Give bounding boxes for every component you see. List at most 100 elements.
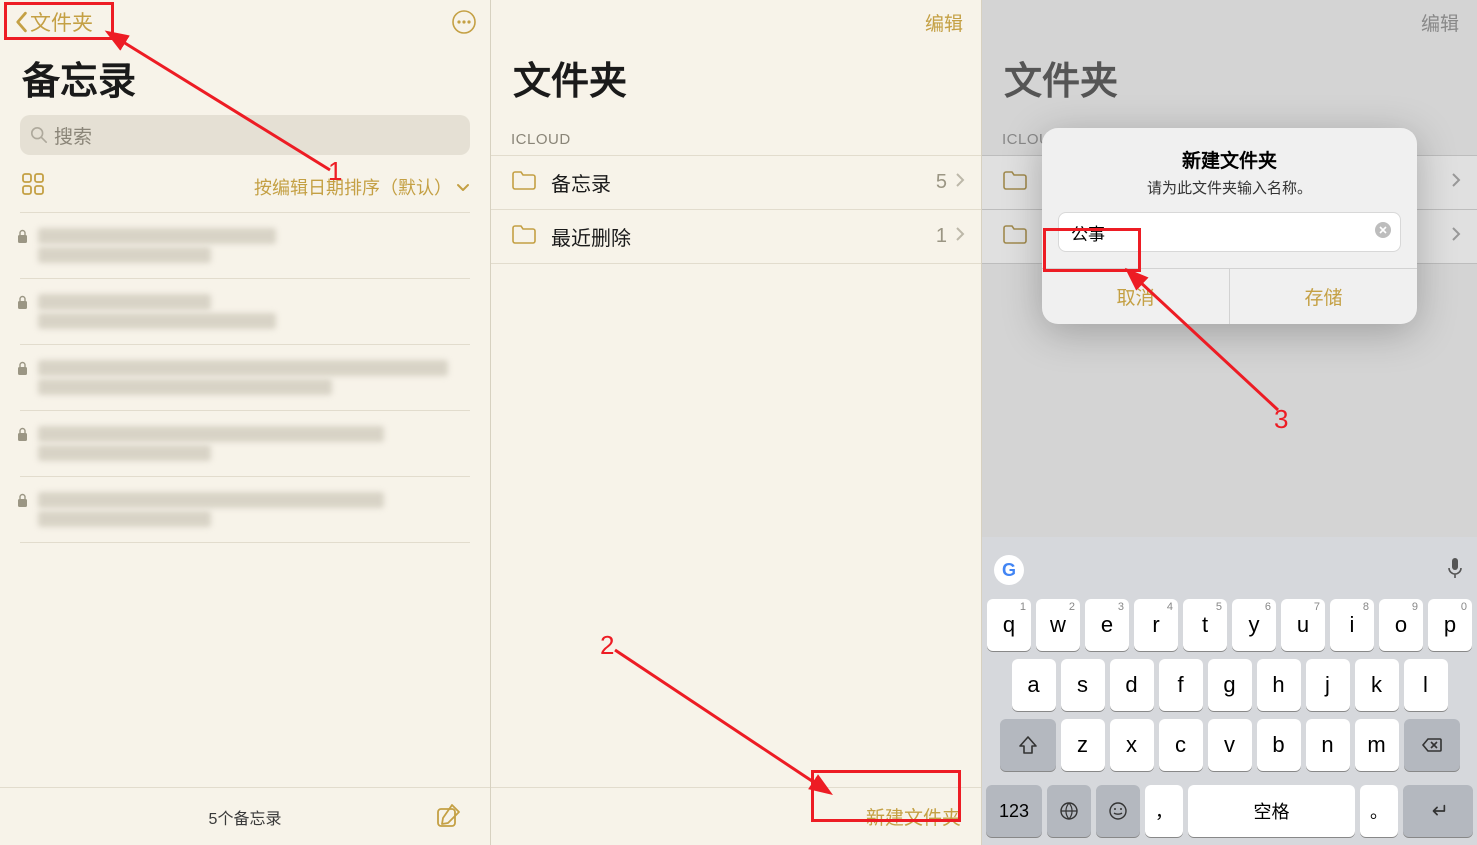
edit-button[interactable]: 编辑: [915, 5, 973, 40]
key-h[interactable]: h: [1257, 659, 1301, 711]
key-l[interactable]: l: [1404, 659, 1448, 711]
key-j[interactable]: j: [1306, 659, 1350, 711]
search-placeholder: 搜索: [54, 122, 92, 149]
nav-bar: 编辑: [491, 0, 981, 44]
dialog-cancel-button[interactable]: 取消: [1042, 269, 1229, 324]
key-d[interactable]: d: [1110, 659, 1154, 711]
sort-row: 按编辑日期排序（默认）: [0, 165, 490, 212]
chevron-right-icon: [955, 226, 965, 247]
key-c[interactable]: c: [1159, 719, 1203, 771]
note-item[interactable]: [20, 345, 470, 411]
new-folder-button[interactable]: 新建文件夹: [866, 803, 961, 830]
page-title: 文件夹: [982, 44, 1477, 115]
return-key[interactable]: [1403, 785, 1473, 837]
folder-name-input-wrap[interactable]: [1058, 212, 1401, 252]
folder-icon: [511, 169, 537, 196]
nav-bar: 文件夹: [0, 0, 490, 44]
delete-key[interactable]: [1404, 719, 1460, 771]
note-item[interactable]: [20, 411, 470, 477]
annotation-number-3: 3: [1274, 404, 1288, 435]
comma-key[interactable]: ，: [1145, 785, 1183, 837]
folder-count: 5: [936, 171, 947, 194]
note-item[interactable]: [20, 212, 470, 279]
key-i[interactable]: 8i: [1330, 599, 1374, 651]
new-folder-dialog: 新建文件夹 请为此文件夹输入名称。 取消 存储: [1042, 128, 1417, 324]
note-count: 5个备忘录: [209, 805, 282, 829]
more-options-button[interactable]: [446, 4, 482, 40]
key-t[interactable]: 5t: [1183, 599, 1227, 651]
keyboard: G 1q2w3e4r5t6y7u8i9o0p asdfghjkl zxcvbnm…: [982, 537, 1477, 845]
lock-icon: [16, 493, 29, 513]
dialog-title: 新建文件夹: [1042, 128, 1417, 177]
key-n[interactable]: n: [1306, 719, 1350, 771]
key-k[interactable]: k: [1355, 659, 1399, 711]
notes-list-panel: 文件夹 备忘录 搜索 按编辑日期排序（默认）: [0, 0, 491, 845]
new-folder-dialog-panel: 编辑 文件夹 ICLOUI 备 最 新建文件夹 请为此文件夹输入名称。: [982, 0, 1477, 845]
folder-icon: [1002, 169, 1028, 196]
folder-name: 备忘录: [551, 168, 936, 197]
back-label: 文件夹: [30, 7, 93, 37]
annotation-number-1: 1: [328, 156, 342, 187]
page-title: 文件夹: [491, 44, 981, 115]
key-e[interactable]: 3e: [1085, 599, 1129, 651]
key-x[interactable]: x: [1110, 719, 1154, 771]
lock-icon: [16, 361, 29, 381]
key-b[interactable]: b: [1257, 719, 1301, 771]
clear-input-button[interactable]: [1374, 221, 1392, 244]
key-q[interactable]: 1q: [987, 599, 1031, 651]
folder-row-notes[interactable]: 备忘录 5: [491, 155, 981, 210]
key-p[interactable]: 0p: [1428, 599, 1472, 651]
chevron-down-icon: [456, 180, 470, 194]
lock-icon: [16, 295, 29, 315]
page-title: 备忘录: [0, 44, 490, 115]
lock-icon: [16, 427, 29, 447]
key-w[interactable]: 2w: [1036, 599, 1080, 651]
chevron-right-icon: [955, 172, 965, 193]
key-a[interactable]: a: [1012, 659, 1056, 711]
period-key[interactable]: 。: [1360, 785, 1398, 837]
folder-name-input[interactable]: [1067, 218, 1374, 246]
folder-name: 最近删除: [551, 222, 936, 251]
folder-row-trash[interactable]: 最近删除 1: [491, 209, 981, 264]
dialog-subtitle: 请为此文件夹输入名称。: [1042, 177, 1417, 212]
annotation-number-2: 2: [600, 630, 614, 661]
key-r[interactable]: 4r: [1134, 599, 1178, 651]
key-s[interactable]: s: [1061, 659, 1105, 711]
key-g[interactable]: g: [1208, 659, 1252, 711]
globe-key[interactable]: [1047, 785, 1091, 837]
note-item[interactable]: [20, 279, 470, 345]
google-logo-icon[interactable]: G: [994, 555, 1024, 585]
dialog-save-button[interactable]: 存储: [1229, 269, 1417, 324]
shift-key[interactable]: [1000, 719, 1056, 771]
section-header: ICLOUD: [491, 115, 981, 156]
key-f[interactable]: f: [1159, 659, 1203, 711]
key-o[interactable]: 9o: [1379, 599, 1423, 651]
key-z[interactable]: z: [1061, 719, 1105, 771]
folder-list: 备忘录 5 最近删除 1: [491, 155, 981, 264]
key-m[interactable]: m: [1355, 719, 1399, 771]
edit-button: 编辑: [1411, 5, 1469, 40]
emoji-key[interactable]: [1096, 785, 1140, 837]
grid-view-icon[interactable]: [20, 171, 46, 202]
bottom-toolbar: 5个备忘录: [0, 787, 490, 845]
number-key[interactable]: 123: [986, 785, 1042, 837]
chevron-right-icon: [1451, 172, 1461, 193]
key-y[interactable]: 6y: [1232, 599, 1276, 651]
sort-button[interactable]: 按编辑日期排序（默认）: [254, 174, 470, 200]
back-to-folders-button[interactable]: 文件夹: [8, 5, 99, 39]
space-key[interactable]: 空格: [1188, 785, 1355, 837]
note-list: [0, 212, 490, 543]
key-v[interactable]: v: [1208, 719, 1252, 771]
lock-icon: [16, 229, 29, 249]
folder-count: 1: [936, 225, 947, 248]
nav-bar: 编辑: [982, 0, 1477, 44]
chevron-right-icon: [1451, 226, 1461, 247]
folder-icon: [511, 223, 537, 250]
note-item[interactable]: [20, 477, 470, 543]
mic-icon[interactable]: [1445, 556, 1465, 585]
key-u[interactable]: 7u: [1281, 599, 1325, 651]
folders-panel: 编辑 文件夹 ICLOUD 备忘录 5 最近删除 1 新建文件夹: [491, 0, 982, 845]
search-input[interactable]: 搜索: [20, 115, 470, 155]
compose-button[interactable]: [434, 802, 462, 835]
folder-icon: [1002, 223, 1028, 250]
